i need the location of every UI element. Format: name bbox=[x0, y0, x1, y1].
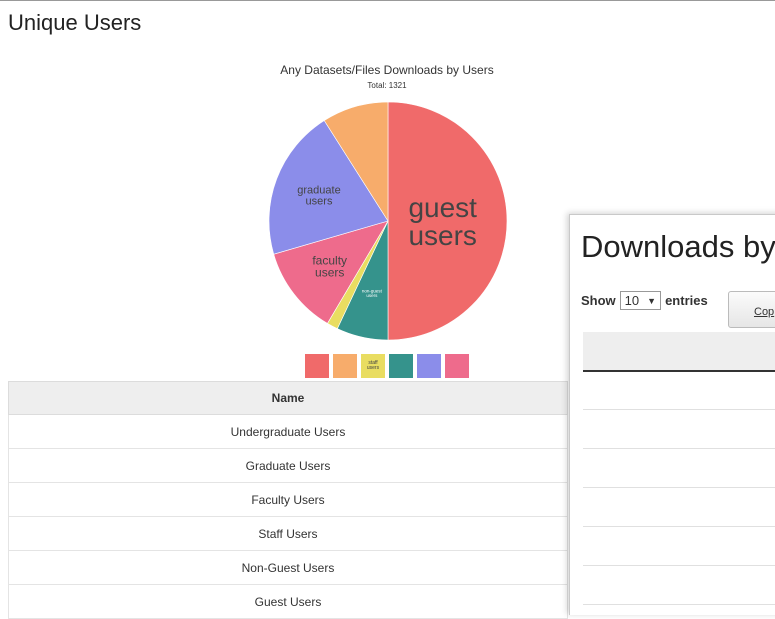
legend-swatch[interactable] bbox=[305, 354, 329, 378]
chart-title: Any Datasets/Files Downloads by Users bbox=[280, 63, 493, 77]
table-row-divider bbox=[583, 565, 775, 566]
show-label: Show bbox=[581, 293, 616, 308]
table-header bbox=[583, 332, 775, 372]
slice-label: users bbox=[408, 220, 476, 251]
copy-button[interactable]: Cop bbox=[728, 291, 775, 328]
table-row-divider bbox=[583, 526, 775, 527]
table-cell: Staff Users bbox=[8, 516, 568, 551]
table-cell: Guest Users bbox=[8, 584, 568, 619]
downloads-panel: Downloads by Show 10 ▼ entries Cop bbox=[569, 214, 775, 615]
legend-swatch[interactable] bbox=[445, 354, 469, 378]
table-row: Non-Guest Users bbox=[8, 550, 568, 585]
entries-control: Show 10 ▼ entries bbox=[581, 291, 708, 310]
slice-label: guest bbox=[408, 192, 477, 223]
table-row: Staff Users bbox=[8, 516, 568, 551]
downloads-title: Downloads by bbox=[581, 229, 775, 264]
table-cell: Undergraduate Users bbox=[8, 414, 568, 449]
table-row: Faculty Users bbox=[8, 482, 568, 517]
table-row-divider bbox=[583, 409, 775, 410]
table-cell: Non-Guest Users bbox=[8, 550, 568, 585]
slice-label: users bbox=[315, 265, 344, 279]
table-row-divider bbox=[583, 448, 775, 449]
users-table: Name Undergraduate Users Graduate Users … bbox=[8, 381, 568, 619]
table-row: Guest Users bbox=[8, 584, 568, 619]
legend-swatch[interactable] bbox=[417, 354, 441, 378]
table-cell: Faculty Users bbox=[8, 482, 568, 517]
table-cell: Graduate Users bbox=[8, 448, 568, 483]
slice-label: users bbox=[366, 293, 378, 298]
legend-label: users bbox=[367, 365, 380, 371]
column-header-name[interactable]: Name bbox=[8, 381, 568, 415]
legend-swatch[interactable] bbox=[389, 354, 413, 378]
table-row-divider bbox=[583, 487, 775, 488]
entries-label: entries bbox=[665, 293, 708, 308]
table-row-divider bbox=[583, 604, 775, 605]
slice-label: users bbox=[306, 195, 333, 207]
table-row: Graduate Users bbox=[8, 448, 568, 483]
legend-swatch[interactable] bbox=[333, 354, 357, 378]
chart-subtitle: Total: 1321 bbox=[367, 81, 407, 90]
entries-select[interactable]: 10 ▼ bbox=[619, 291, 662, 310]
table-row: Undergraduate Users bbox=[8, 414, 568, 449]
entries-value: 10 bbox=[624, 293, 640, 308]
chevron-down-icon: ▼ bbox=[647, 295, 657, 306]
